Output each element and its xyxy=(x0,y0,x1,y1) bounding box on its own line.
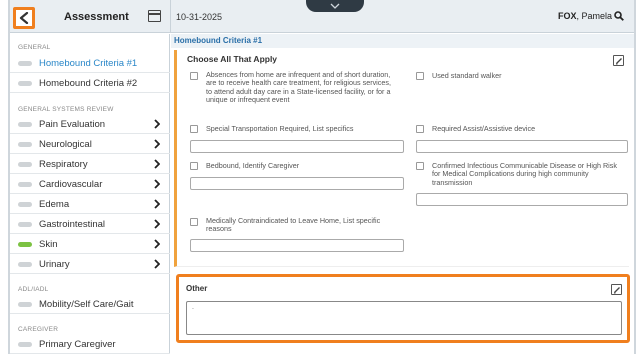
section-header-general-systems-review: GENERAL SYSTEMS REVIEW xyxy=(18,106,114,113)
bedbound-caregiver-input[interactable] xyxy=(190,177,404,190)
search-icon[interactable] xyxy=(614,11,624,21)
sidebar-item-label: Cardiovascular xyxy=(39,179,103,190)
chevron-down-icon xyxy=(330,3,340,9)
checkbox-infectious-disease[interactable] xyxy=(416,162,424,170)
sidebar-item-label: Homebound Criteria #1 xyxy=(39,58,138,69)
status-indicator xyxy=(18,342,32,347)
chevron-right-icon xyxy=(154,179,160,189)
chevron-right-icon xyxy=(154,239,160,249)
checkbox-medically-contraindicated[interactable] xyxy=(190,218,198,226)
section-header-adl-iadl: ADL/IADL xyxy=(18,286,49,293)
chevron-right-icon xyxy=(154,199,160,209)
edit-icon[interactable] xyxy=(613,55,624,66)
status-indicator xyxy=(18,61,32,66)
other-textarea[interactable]: . xyxy=(186,301,622,335)
sidebar-item-urinary[interactable]: Urinary xyxy=(10,254,170,274)
chevron-right-icon xyxy=(154,119,160,129)
sidebar-item-pain-evaluation[interactable]: Pain Evaluation xyxy=(10,114,170,134)
option-label-absences-from-home: Absences from home are infrequent and of… xyxy=(206,70,391,105)
status-indicator xyxy=(18,222,32,227)
status-indicator xyxy=(18,202,32,207)
pull-down-handle[interactable] xyxy=(306,0,364,12)
section-header-general: GENERAL xyxy=(18,44,51,51)
sidebar-item-label: Skin xyxy=(39,239,58,250)
status-indicator xyxy=(18,142,32,147)
status-indicator xyxy=(18,242,32,247)
section-title-bar: Homebound Criteria #1 xyxy=(171,34,634,48)
sidebar-item-label: Mobility/Self Care/Gait xyxy=(39,299,134,310)
sidebar-item-label: Respiratory xyxy=(39,159,88,170)
sidebar-item-label: Homebound Criteria #2 xyxy=(39,78,138,89)
sidebar-item-label: Edema xyxy=(39,199,70,210)
other-card: Other . xyxy=(176,274,630,343)
visit-date: 10-31-2025 xyxy=(176,12,223,22)
option-label-special-transportation: Special Transportation Required, List sp… xyxy=(206,124,354,133)
pencil-icon xyxy=(614,287,620,294)
patient-name: FOX, Pamela xyxy=(558,11,612,21)
checkbox-used-standard-walker[interactable] xyxy=(416,72,424,80)
sidebar-item-homebound-criteria-2[interactable]: Homebound Criteria #2 xyxy=(10,73,170,93)
sidebar: GENERAL Homebound Criteria #1 Homebound … xyxy=(10,34,170,354)
chevron-right-icon xyxy=(154,139,160,149)
app-screen: Assessment 10-31-2025 FOX, Pamela GENERA… xyxy=(8,0,636,354)
checkbox-required-assist-device[interactable] xyxy=(416,125,424,133)
edit-icon[interactable] xyxy=(611,284,622,295)
patient-first-name: , Pamela xyxy=(576,11,612,21)
section-title: Homebound Criteria #1 xyxy=(174,36,263,45)
sidebar-item-label: Gastrointestinal xyxy=(39,219,106,230)
sidebar-item-respiratory[interactable]: Respiratory xyxy=(10,154,170,174)
status-indicator xyxy=(18,182,32,187)
option-label-required-assist-device: Required Assist/Assistive device xyxy=(432,124,536,133)
sidebar-item-label: Pain Evaluation xyxy=(39,119,106,130)
section-header-caregiver: CAREGIVER xyxy=(18,326,59,333)
pencil-icon xyxy=(616,58,622,65)
infectious-disease-input[interactable] xyxy=(416,193,628,206)
calendar-icon[interactable] xyxy=(148,10,161,22)
header-divider xyxy=(170,0,171,33)
status-indicator xyxy=(18,81,32,86)
sidebar-item-mobility-self-care-gait[interactable]: Mobility/Self Care/Gait xyxy=(10,294,170,314)
assessment-title: Assessment xyxy=(64,11,129,23)
checkbox-special-transportation[interactable] xyxy=(190,125,198,133)
top-header-bar: Assessment 10-31-2025 FOX, Pamela xyxy=(10,0,634,33)
option-label-bedbound: Bedbound, Identify Caregiver xyxy=(206,161,300,170)
sidebar-item-label: Urinary xyxy=(39,259,70,270)
status-indicator xyxy=(18,302,32,307)
sidebar-item-cardiovascular[interactable]: Cardiovascular xyxy=(10,174,170,194)
checkbox-bedbound[interactable] xyxy=(190,162,198,170)
status-indicator xyxy=(18,122,32,127)
status-indicator xyxy=(18,262,32,267)
criteria-card: Choose All That Apply Absences from home… xyxy=(174,50,629,267)
checkbox-absences-from-home[interactable] xyxy=(190,72,198,80)
sidebar-item-label: Neurological xyxy=(39,139,92,150)
back-button[interactable] xyxy=(13,7,35,29)
sidebar-item-edema[interactable]: Edema xyxy=(10,194,170,214)
chevron-right-icon xyxy=(154,159,160,169)
other-textarea-value: . xyxy=(192,304,194,311)
patient-last-name: FOX xyxy=(557,11,577,21)
chevron-left-icon xyxy=(19,12,29,24)
chevron-right-icon xyxy=(154,259,160,269)
option-label-used-standard-walker: Used standard walker xyxy=(432,71,502,80)
sidebar-item-neurological[interactable]: Neurological xyxy=(10,134,170,154)
chevron-right-icon xyxy=(154,219,160,229)
sidebar-item-label: Primary Caregiver xyxy=(39,339,116,350)
option-label-infectious-disease: Confirmed Infectious Communicable Diseas… xyxy=(432,161,617,187)
required-assist-device-input[interactable] xyxy=(416,140,628,153)
medically-contraindicated-input[interactable] xyxy=(190,239,404,252)
sidebar-item-skin[interactable]: Skin xyxy=(10,234,170,254)
other-title: Other xyxy=(186,284,208,293)
card-title: Choose All That Apply xyxy=(187,54,278,64)
status-indicator xyxy=(18,162,32,167)
sidebar-item-gastrointestinal[interactable]: Gastrointestinal xyxy=(10,214,170,234)
sidebar-item-homebound-criteria-1[interactable]: Homebound Criteria #1 xyxy=(10,53,170,73)
sidebar-item-primary-caregiver[interactable]: Primary Caregiver xyxy=(10,334,170,354)
main-content: Homebound Criteria #1 Choose All That Ap… xyxy=(171,34,634,354)
special-transportation-input[interactable] xyxy=(190,140,404,153)
option-label-medically-contraindicated: Medically Contraindicated to Leave Home,… xyxy=(206,216,381,234)
